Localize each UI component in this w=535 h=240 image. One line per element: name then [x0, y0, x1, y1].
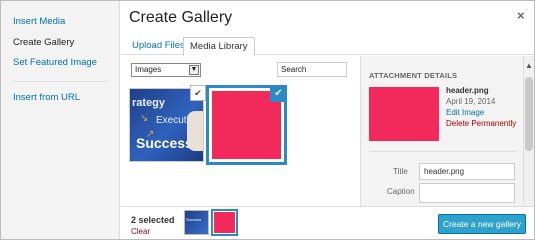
sidebar-item-insert-from-url[interactable]: Insert from URL [13, 92, 80, 103]
attachment-filename: header.png [446, 86, 489, 95]
arrow-icon: ↘ [140, 113, 149, 124]
filter-value: Images [135, 65, 162, 74]
search-input[interactable]: Search [277, 62, 347, 77]
caption-field[interactable] [419, 183, 515, 203]
attachment-preview [369, 87, 439, 141]
sidebar: Insert Media Create Gallery Set Featured… [1, 1, 120, 239]
chevron-down-icon: ▼ [189, 65, 199, 75]
details-divider [369, 151, 517, 152]
sidebar-item-insert-media[interactable]: Insert Media [13, 16, 65, 27]
delete-permanently-link[interactable]: Delete Permanently [446, 119, 516, 128]
chevron-up-icon[interactable]: ▲ [525, 61, 533, 70]
scrollbar-thumb[interactable] [525, 77, 533, 151]
sidebar-divider [13, 81, 109, 82]
thumbnail-text: rategy [132, 97, 166, 109]
edit-image-link[interactable]: Edit Image [446, 108, 484, 117]
thumbnail-text: Success [186, 217, 202, 222]
hand-graphic [187, 111, 203, 151]
title-field[interactable]: header.png [419, 163, 515, 180]
caption-label: Caption [387, 187, 415, 196]
selected-count: 2 selected [131, 215, 175, 225]
create-gallery-button[interactable]: Create a new gallery [438, 214, 526, 234]
media-type-filter[interactable]: Images ▼ [131, 63, 201, 77]
clear-selection-link[interactable]: Clear [131, 227, 150, 236]
sidebar-item-set-featured-image[interactable]: Set Featured Image [13, 57, 97, 68]
tab-upload-files[interactable]: Upload Files [126, 37, 191, 56]
page-title: Create Gallery [129, 9, 233, 26]
pink-image [214, 212, 235, 233]
thumbnail-text: Success [136, 135, 193, 151]
selected-thumbnail-header[interactable] [211, 209, 238, 236]
sidebar-item-create-gallery[interactable]: Create Gallery [13, 37, 74, 48]
attachment-date: April 19, 2014 [446, 97, 496, 106]
selected-thumbnail-success[interactable]: Success [184, 210, 209, 235]
close-icon[interactable]: × [517, 8, 525, 23]
title-label: Title [393, 167, 408, 176]
tab-media-library[interactable]: Media Library [183, 37, 255, 56]
thumbnail-text: Executi [156, 115, 189, 126]
check-icon[interactable]: ✔ [190, 85, 206, 101]
check-icon[interactable]: ✔ [270, 85, 287, 102]
details-heading: ATTACHMENT DETAILS [369, 71, 458, 80]
tab-bar: Upload Files Media Library [121, 31, 534, 56]
media-modal: Insert Media Create Gallery Set Featured… [0, 0, 535, 240]
